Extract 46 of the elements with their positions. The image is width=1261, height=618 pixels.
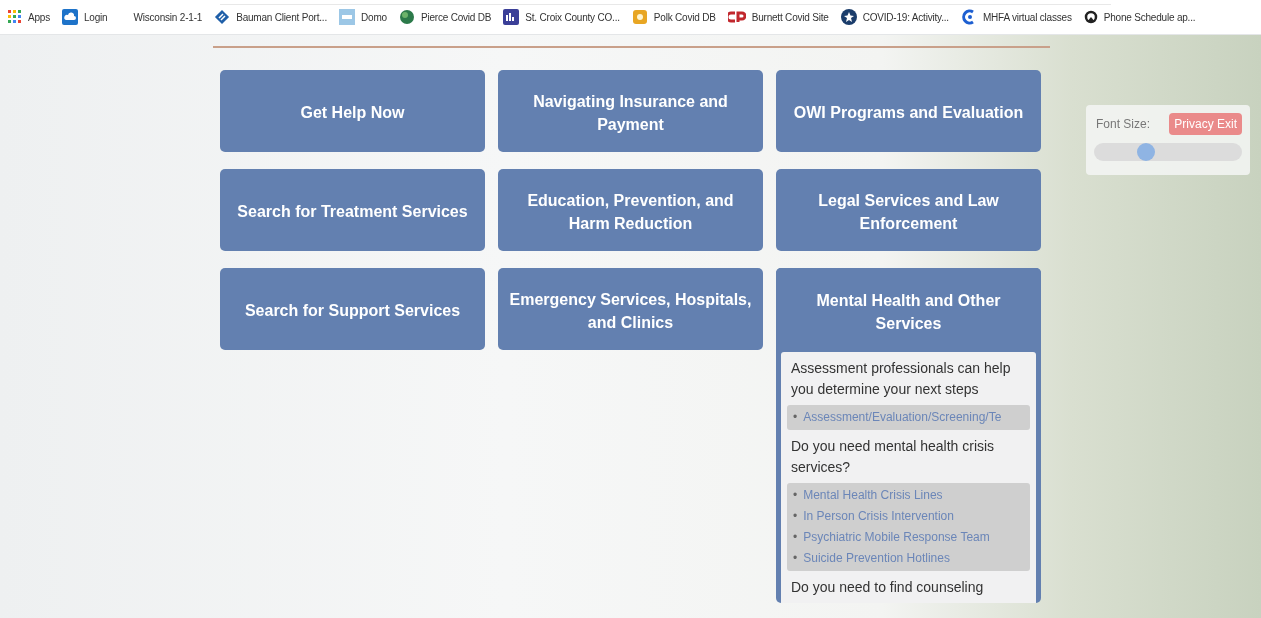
bookmark-link[interactable]: Apps [8,10,50,24]
bookmark-link[interactable]: MHFA virtual classes [960,9,1072,25]
question-text: Do you need to find counseling [791,578,985,597]
rectangle-icon [339,9,356,25]
category-button[interactable]: Emergency Services, Hospitals, and Clinics [498,268,763,350]
question-text: Assessment professionals can help you determine your next steps [791,359,1012,399]
category-button[interactable]: Get Help Now [220,70,485,152]
bullet-mark: • [793,550,798,567]
category-button[interactable]: Navigating Insurance and Payment [498,70,763,152]
question-text: Do you need mental health crisis services? [791,437,996,477]
font-size-slider[interactable] [1094,143,1242,161]
bookmark-link[interactable]: St. Croix County CO... [503,9,620,25]
bookmark-link[interactable]: Polk Covid DB [631,9,716,25]
privacy-exit-button[interactable]: Privacy Exit [1169,113,1242,135]
badge-icon [631,9,648,25]
bookmark-link[interactable]: Pierce Covid DB [398,9,492,25]
bookmark-link[interactable]: Wisconsin 2-1-1 [133,11,203,23]
bullet-mark: • [793,529,798,546]
bullet-mark: • [793,409,798,426]
bookmark-link[interactable]: COVID-19: Activity... [840,9,949,25]
resource-link[interactable]: In Person Crisis Intervention [803,506,954,527]
cloud-icon [62,9,78,25]
category-button[interactable]: Legal Services and Law Enforcement [776,169,1041,251]
ring-icon [1083,10,1098,24]
apps-grid-icon [8,10,22,24]
resource-link[interactable]: Assessment/Evaluation/Screening/Te [803,407,1002,428]
category-button[interactable]: OWI Programs and Evaluation [776,70,1041,152]
bullet-mark: • [793,487,798,504]
category-button[interactable]: Search for Support Services [220,268,485,350]
letters-logo-icon [727,11,746,23]
globe-icon [398,9,415,25]
star-icon [840,9,857,25]
resource-link[interactable]: Mental Health Crisis Lines [803,485,943,506]
bookmark-link[interactable]: Burnett Covid Site [727,11,829,23]
slider-thumb[interactable] [1136,143,1155,161]
resource-link[interactable]: Psychiatric Mobile Response Team [803,527,990,548]
category-button[interactable]: Search for Treatment Services [220,169,485,251]
bookmark-link[interactable]: Phone Schedule ap... [1083,10,1196,24]
bullet-mark: • [793,508,798,525]
bookmark-link[interactable]: Bauman Client Port... [214,9,328,25]
bar-chart-icon [503,9,520,25]
bookmark-link[interactable]: Domo [339,9,387,25]
category-button[interactable]: Education, Prevention, and Harm Reduction [498,169,763,251]
bookmark-link[interactable]: Login [62,9,108,25]
resource-link[interactable]: Suicide Prevention Hotlines [803,548,950,569]
font-size-label: Font Size: [1096,117,1151,131]
